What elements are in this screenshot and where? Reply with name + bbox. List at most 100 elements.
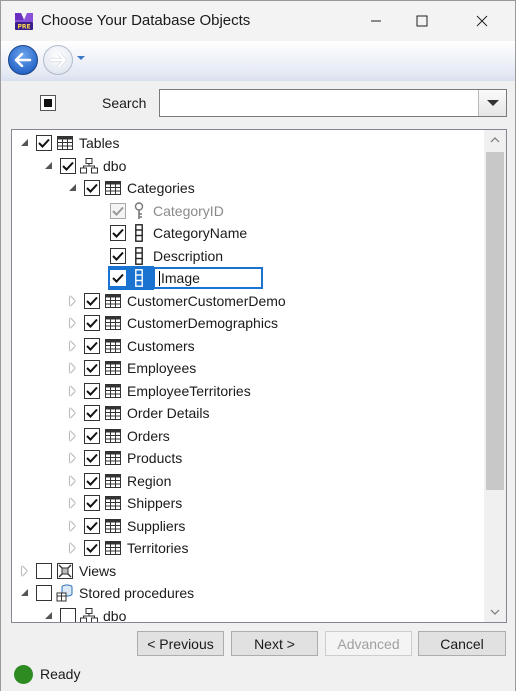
tree-node-table[interactable]: Orders (68, 425, 170, 447)
collapsed-triangle-icon[interactable] (68, 408, 78, 418)
app-icon: PRE (15, 13, 33, 31)
node-checkbox[interactable] (110, 247, 126, 264)
node-checkbox[interactable] (84, 450, 100, 466)
objects-tree[interactable]: Tables dbo Categories CategoryID CategoryNam… (11, 129, 507, 623)
window-title: Choose Your Database Objects (41, 12, 251, 29)
stored-procedure-icon (56, 584, 74, 602)
node-checkbox[interactable] (60, 157, 76, 174)
collapsed-triangle-icon[interactable] (20, 566, 30, 576)
column-icon (130, 269, 148, 287)
collapsed-triangle-icon[interactable] (68, 476, 78, 486)
expanded-triangle-icon[interactable] (44, 611, 54, 621)
tree-node-categories[interactable]: Categories (68, 177, 195, 199)
tree-node-table[interactable]: Employees (68, 357, 196, 379)
tree-node-column[interactable]: CategoryID (94, 200, 224, 222)
close-button[interactable] (459, 1, 505, 41)
cancel-button[interactable]: Cancel (418, 631, 506, 656)
tree-node-column-editing[interactable]: Image (94, 267, 263, 289)
node-checkbox[interactable] (84, 292, 100, 309)
node-label: Stored procedures (79, 585, 195, 601)
collapsed-triangle-icon[interactable] (68, 363, 78, 373)
node-checkbox[interactable] (36, 135, 52, 151)
status-text: Ready (40, 666, 81, 682)
stop-button[interactable] (40, 95, 56, 111)
advanced-button[interactable]: Advanced (325, 631, 412, 656)
tree-node-views[interactable]: Views (20, 560, 116, 582)
vertical-scrollbar[interactable] (484, 130, 506, 622)
tree-node-dbo[interactable]: dbo (44, 155, 126, 177)
schema-icon (80, 157, 98, 175)
node-checkbox (110, 202, 126, 219)
node-checkbox[interactable] (110, 225, 126, 241)
node-checkbox[interactable] (84, 337, 100, 354)
tree-node-table[interactable]: Suppliers (68, 515, 185, 537)
collapsed-triangle-icon[interactable] (68, 318, 78, 328)
search-combobox[interactable] (159, 89, 507, 117)
node-checkbox[interactable] (84, 315, 100, 331)
history-dropdown-icon[interactable] (77, 56, 85, 60)
node-checkbox[interactable] (84, 427, 100, 444)
node-checkbox[interactable] (84, 405, 100, 421)
node-checkbox[interactable] (84, 472, 100, 489)
column-icon (130, 246, 148, 265)
node-checkbox[interactable] (84, 360, 100, 376)
search-input[interactable] (162, 92, 476, 114)
node-checkbox[interactable] (84, 382, 100, 399)
tree-node-table[interactable]: Region (68, 470, 171, 492)
node-checkbox[interactable] (84, 540, 100, 556)
node-label: CustomerDemographics (127, 315, 278, 331)
collapsed-triangle-icon[interactable] (68, 453, 78, 463)
tree-node-column[interactable]: Description (94, 245, 223, 267)
tree-node-stored-procedures[interactable]: Stored procedures (20, 582, 194, 604)
svg-text:PRE: PRE (17, 24, 30, 31)
chevron-up-icon (490, 137, 500, 143)
tree-node-table[interactable]: Products (68, 447, 182, 469)
next-button[interactable]: Next > (231, 631, 318, 656)
scrollbar-thumb[interactable] (486, 152, 504, 490)
node-checkbox[interactable] (84, 180, 100, 196)
forward-button[interactable] (43, 45, 73, 75)
tree-node-table[interactable]: Territories (68, 537, 188, 559)
search-dropdown-button[interactable] (478, 90, 506, 116)
node-checkbox[interactable] (110, 270, 126, 286)
node-checkbox[interactable] (36, 562, 52, 579)
table-icon (104, 404, 122, 422)
tree-node-table[interactable]: Shippers (68, 492, 182, 514)
tree-node-table[interactable]: Customers (68, 335, 195, 357)
node-checkbox[interactable] (36, 585, 52, 601)
tree-node-table[interactable]: CustomerDemographics (68, 312, 278, 334)
maximize-button[interactable] (399, 1, 445, 41)
collapsed-triangle-icon[interactable] (68, 341, 78, 351)
tree-node-procs-dbo[interactable]: dbo (44, 605, 126, 622)
node-label: Order Details (127, 405, 210, 421)
rename-textbox[interactable]: Image (153, 267, 263, 289)
view-icon (56, 562, 74, 580)
scroll-down-button[interactable] (484, 602, 506, 622)
node-checkbox[interactable] (84, 517, 100, 534)
collapsed-triangle-icon[interactable] (68, 386, 78, 396)
expanded-triangle-icon[interactable] (20, 138, 30, 148)
tree-node-column[interactable]: CategoryName (94, 222, 247, 244)
tree-node-table[interactable]: CustomerCustomerDemo (68, 290, 286, 312)
table-icon (104, 449, 122, 467)
collapsed-triangle-icon[interactable] (68, 543, 78, 553)
back-button[interactable] (8, 45, 38, 75)
collapsed-triangle-icon[interactable] (68, 431, 78, 441)
expanded-triangle-icon[interactable] (20, 588, 30, 598)
tree-node-table[interactable]: EmployeeTerritories (68, 380, 251, 402)
minimize-button[interactable] (353, 1, 399, 41)
table-icon (104, 494, 122, 512)
table-icon (104, 517, 122, 535)
expanded-triangle-icon[interactable] (44, 161, 54, 171)
collapsed-triangle-icon[interactable] (68, 498, 78, 508)
collapsed-triangle-icon[interactable] (68, 521, 78, 531)
collapsed-triangle-icon[interactable] (68, 296, 78, 306)
tree-node-table[interactable]: Order Details (68, 402, 209, 424)
previous-button[interactable]: < Previous (137, 631, 224, 656)
scroll-up-button[interactable] (484, 130, 506, 150)
node-label: dbo (103, 157, 127, 174)
expanded-triangle-icon[interactable] (68, 183, 78, 193)
tree-node-tables[interactable]: Tables (20, 132, 119, 154)
node-checkbox[interactable] (60, 607, 76, 622)
node-checkbox[interactable] (84, 495, 100, 511)
